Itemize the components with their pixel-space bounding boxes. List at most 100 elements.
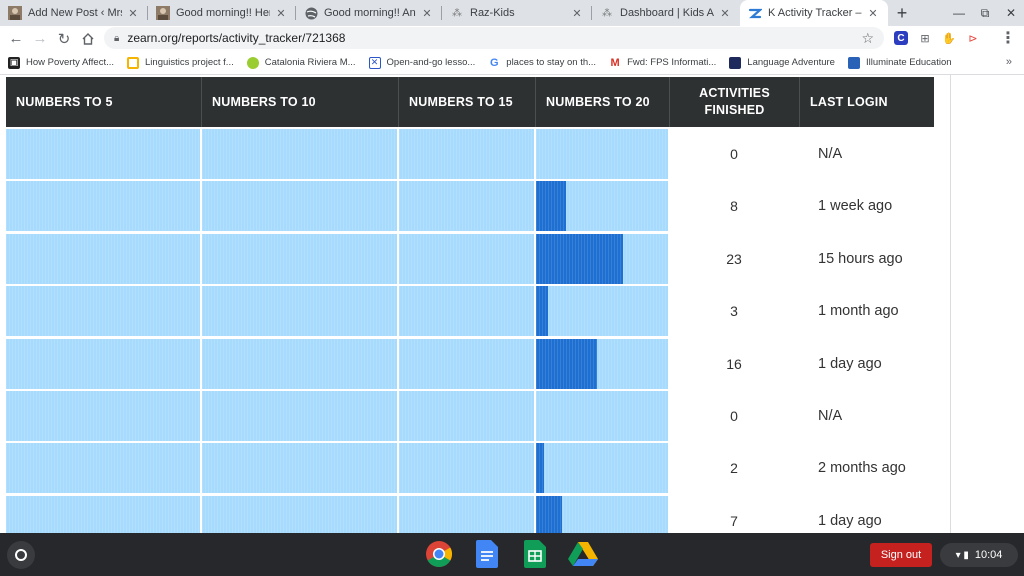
forward-icon[interactable]: → (28, 27, 52, 51)
chrome-icon[interactable] (424, 539, 454, 569)
progress-numbers-to-10[interactable] (202, 233, 399, 284)
progress-numbers-to-15[interactable] (399, 129, 536, 179)
progress-numbers-to-10[interactable] (202, 495, 399, 533)
progress-numbers-to-5[interactable] (6, 286, 202, 337)
docs-icon[interactable] (472, 539, 502, 569)
progress-numbers-to-5[interactable] (6, 391, 202, 441)
window-controls: — ⧉ ✕ (946, 0, 1024, 26)
progress-numbers-to-10[interactable] (202, 338, 399, 389)
header-activities-finished[interactable]: ACTIVITIES FINISHED (670, 77, 800, 127)
bookmark-item[interactable]: Catalonia Riviera M... (246, 56, 356, 69)
table-row: 0 N/A (6, 391, 934, 441)
progress-numbers-to-5[interactable] (6, 233, 202, 284)
progress-numbers-to-10[interactable] (202, 443, 399, 494)
close-icon[interactable]: ✕ (866, 7, 880, 20)
header-numbers-to-5[interactable]: NUMBERS TO 5 (6, 77, 202, 127)
close-icon[interactable]: ✕ (274, 7, 288, 20)
progress-texture (536, 443, 668, 494)
close-icon[interactable]: ✕ (570, 7, 584, 20)
progress-numbers-to-10[interactable] (202, 286, 399, 337)
progress-numbers-to-10[interactable] (202, 391, 399, 441)
launcher-icon[interactable] (7, 541, 35, 569)
address-bar[interactable]: 🔒︎ zearn.org/reports/activity_tracker/72… (104, 27, 884, 49)
progress-numbers-to-20[interactable] (536, 129, 670, 179)
site-icon (729, 56, 742, 69)
tennis-icon (246, 56, 259, 69)
progress-texture (536, 338, 668, 389)
progress-numbers-to-5[interactable] (6, 129, 202, 179)
header-numbers-to-15[interactable]: NUMBERS TO 15 (399, 77, 536, 127)
bookmark-item[interactable]: Illuminate Education (847, 56, 952, 69)
progress-texture (399, 391, 534, 441)
sign-out-button[interactable]: Sign out (870, 543, 932, 567)
progress-numbers-to-15[interactable] (399, 286, 536, 337)
home-icon[interactable] (76, 27, 100, 51)
progress-numbers-to-20[interactable] (536, 495, 670, 533)
progress-numbers-to-20[interactable] (536, 286, 670, 337)
drive-icon[interactable] (568, 539, 598, 569)
progress-numbers-to-15[interactable] (399, 338, 536, 389)
progress-numbers-to-5[interactable] (6, 338, 202, 389)
back-icon[interactable]: ← (4, 27, 28, 51)
extension-c-icon[interactable]: C (890, 27, 912, 49)
menu-icon[interactable]: ⋮ (998, 27, 1018, 49)
tab-active[interactable]: K Activity Tracker – Rep ✕ (740, 0, 888, 26)
progress-numbers-to-20[interactable] (536, 233, 670, 284)
tab[interactable]: Good morning!! Here ar ✕ (148, 0, 296, 26)
bookmark-label: Language Adventure (747, 57, 835, 68)
status-tray[interactable]: ▾ ▮ 10:04 (940, 543, 1018, 567)
progress-texture (536, 495, 668, 533)
bookmarks-overflow-icon[interactable]: » (1006, 56, 1012, 68)
sheets-icon[interactable] (520, 539, 550, 569)
tab[interactable]: ⁂ Raz-Kids ✕ (442, 0, 592, 26)
progress-numbers-to-15[interactable] (399, 233, 536, 284)
progress-numbers-to-20[interactable] (536, 338, 670, 389)
last-login: N/A (800, 391, 934, 441)
progress-numbers-to-20[interactable] (536, 181, 670, 232)
bookmark-item[interactable]: ▣ How Poverty Affect... (8, 56, 114, 69)
minimize-icon[interactable]: — (946, 0, 972, 26)
progress-numbers-to-15[interactable] (399, 181, 536, 232)
close-icon[interactable]: ✕ (126, 7, 140, 20)
reload-icon[interactable]: ↻ (52, 27, 76, 51)
tab[interactable]: ⁂ Dashboard | Kids A-Z ✕ (592, 0, 740, 26)
close-icon[interactable]: ✕ (420, 7, 434, 20)
new-tab-button[interactable]: + (888, 0, 916, 26)
progress-numbers-to-5[interactable] (6, 443, 202, 494)
extension-grid-icon[interactable]: ⊞ (914, 27, 936, 49)
progress-numbers-to-15[interactable] (399, 391, 536, 441)
progress-numbers-to-10[interactable] (202, 181, 399, 232)
progress-numbers-to-15[interactable] (399, 495, 536, 533)
bookmark-item[interactable]: ✕ Open-and-go lesso... (368, 56, 475, 69)
last-login: 2 months ago (800, 443, 934, 494)
bookmark-item[interactable]: Linguistics project f... (127, 56, 234, 69)
progress-numbers-to-15[interactable] (399, 443, 536, 494)
progress-texture (202, 181, 397, 232)
progress-numbers-to-10[interactable] (202, 129, 399, 179)
zearn-icon (748, 6, 762, 20)
star-icon[interactable]: ☆ (861, 30, 874, 47)
bookmark-item[interactable]: G places to stay on th... (488, 57, 596, 69)
extension-hand-icon[interactable]: ✋ (938, 27, 960, 49)
close-window-icon[interactable]: ✕ (998, 0, 1024, 26)
extension-arrow-icon[interactable]: ⊳ (962, 27, 984, 49)
bookmark-item[interactable]: Language Adventure (729, 56, 835, 69)
last-login: N/A (800, 129, 934, 179)
header-numbers-to-10[interactable]: NUMBERS TO 10 (202, 77, 399, 127)
progress-numbers-to-5[interactable] (6, 495, 202, 533)
close-icon[interactable]: ✕ (718, 7, 732, 20)
wifi-battery-icon: ▾ ▮ (955, 549, 969, 561)
tab[interactable]: Add New Post ‹ Mrs. Fo ✕ (0, 0, 148, 26)
header-numbers-to-20[interactable]: NUMBERS TO 20 (536, 77, 670, 127)
activities-finished: 2 (670, 443, 800, 494)
progress-texture (6, 233, 200, 284)
restore-icon[interactable]: ⧉ (972, 0, 998, 26)
progress-numbers-to-5[interactable] (6, 181, 202, 232)
bookmark-item[interactable]: M Fwd: FPS Informati... (609, 57, 716, 69)
header-last-login[interactable]: LAST LOGIN (800, 77, 934, 127)
progress-texture (399, 181, 534, 232)
progress-texture (6, 495, 200, 533)
progress-numbers-to-20[interactable] (536, 443, 670, 494)
progress-numbers-to-20[interactable] (536, 391, 670, 441)
tab[interactable]: Good morning!! And hap ✕ (296, 0, 442, 26)
